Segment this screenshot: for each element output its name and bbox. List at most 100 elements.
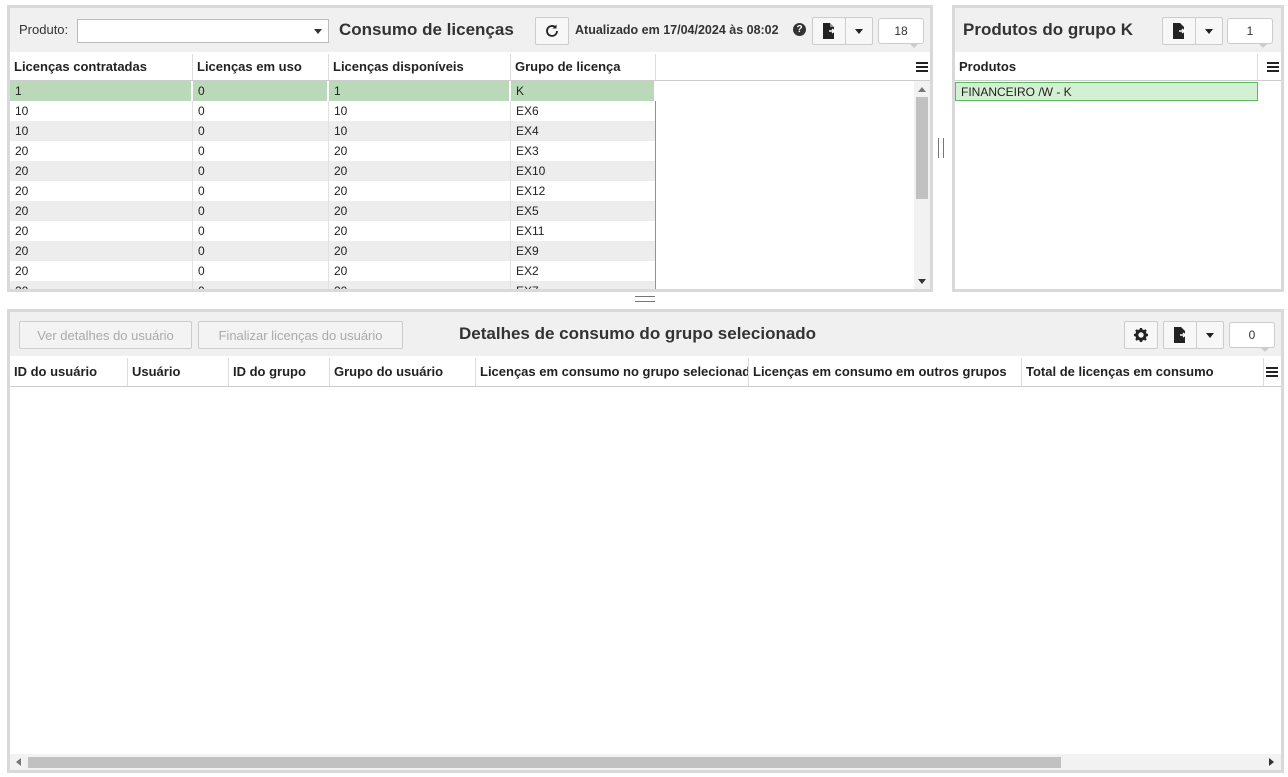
table-cell: 20 <box>10 141 193 161</box>
table-cell: 0 <box>193 121 329 141</box>
table-cell: 20 <box>10 241 193 261</box>
table-row[interactable]: 20020EX7 <box>10 281 656 289</box>
table-row[interactable]: 10 0 10 EX6 <box>10 101 656 121</box>
table-cell: 0 <box>193 181 329 201</box>
products-panel-title: Produtos do grupo K <box>963 20 1133 39</box>
table-cell: 20 <box>10 161 193 181</box>
table-row[interactable]: 101K <box>10 81 656 101</box>
refresh-button[interactable] <box>535 17 569 45</box>
table-cell: EX2 <box>511 261 656 281</box>
group-products-panel: Produtos do grupo K 1 Produtos FINANCEIR… <box>952 5 1284 292</box>
table-row[interactable]: 20 0 20 EX10 <box>10 161 656 181</box>
products-count-badge: 1 <box>1227 18 1273 48</box>
details-count-badge: 0 <box>1229 322 1275 352</box>
col-id-do-grupo[interactable]: ID do grupo <box>229 358 330 386</box>
column-menu-icon[interactable] <box>1267 62 1279 72</box>
table-cell: EX9 <box>511 241 656 261</box>
license-grid-scrollbar[interactable] <box>914 81 930 289</box>
col-licencas-disponiveis[interactable]: Licenças disponíveis <box>329 54 511 80</box>
settings-button[interactable] <box>1124 321 1158 349</box>
col-licencas-contratadas[interactable]: Licenças contratadas <box>10 54 193 80</box>
horizontal-splitter[interactable] <box>635 295 655 303</box>
col-grupo-do-usuario[interactable]: Grupo do usuário <box>330 358 476 386</box>
col-licencas-grupo-selecionado[interactable]: Licenças em consumo no grupo selecionado <box>476 358 749 386</box>
table-cell: 10 <box>10 101 193 121</box>
table-row[interactable]: 20 0 20 EX5 <box>10 201 656 221</box>
scroll-down-icon[interactable] <box>918 279 926 284</box>
updated-text: Atualizado em 17/04/2024 às 08:02 <box>575 23 779 37</box>
license-count-badge: 18 <box>878 18 924 48</box>
license-count: 18 <box>894 24 908 38</box>
license-toolbar: Produto: Consumo de licenças Atualizado … <box>10 8 930 52</box>
table-cell: 20 <box>329 181 511 201</box>
product-label: Produto: <box>19 22 69 37</box>
products-export-button[interactable] <box>1162 17 1196 45</box>
table-row[interactable]: 20 0 20 EX3 <box>10 141 656 161</box>
table-cell: 20 <box>329 261 511 281</box>
license-scroll-thumb[interactable] <box>916 97 928 199</box>
table-cell: 20 <box>10 261 193 281</box>
details-export-dropdown-button[interactable] <box>1196 321 1224 349</box>
table-row[interactable]: 20 0 20 EX11 <box>10 221 656 241</box>
table-row[interactable]: 10 0 10 EX4 <box>10 121 656 141</box>
product-select[interactable] <box>77 19 329 43</box>
table-cell: EX4 <box>511 121 656 141</box>
details-scroll-thumb[interactable] <box>28 757 1061 768</box>
table-cell: 0 <box>193 261 329 281</box>
license-grid: Licenças contratadas Licenças em uso Lic… <box>10 54 930 289</box>
col-usuario[interactable]: Usuário <box>128 358 229 386</box>
column-menu-icon[interactable] <box>1266 367 1278 377</box>
table-cell: EX3 <box>511 141 656 161</box>
license-panel-title: Consumo de licenças <box>339 20 514 39</box>
table-cell: 20 <box>329 241 511 261</box>
refresh-icon <box>546 24 558 37</box>
table-cell: 1 <box>329 81 511 101</box>
table-cell: EX10 <box>511 161 656 181</box>
products-grid-header: Produtos <box>955 54 1281 81</box>
scroll-left-icon[interactable] <box>16 758 21 766</box>
table-cell: 0 <box>193 241 329 261</box>
table-row[interactable]: 20 0 20 EX12 <box>10 181 656 201</box>
details-toolbar: Ver detalhes do usuário Finalizar licenç… <box>10 312 1281 356</box>
export-dropdown-button[interactable] <box>845 17 873 45</box>
details-horizontal-scrollbar[interactable] <box>10 754 1281 770</box>
col-grupo-de-licenca[interactable]: Grupo de licença <box>511 54 656 80</box>
export-file-icon <box>1174 327 1187 343</box>
help-icon[interactable]: ? <box>793 23 806 36</box>
table-row[interactable]: 20 0 20 EX2 <box>10 261 656 281</box>
col-total-licencas[interactable]: Total de licenças em consumo <box>1022 358 1264 386</box>
finish-user-licenses-button[interactable]: Finalizar licenças do usuário <box>198 321 403 349</box>
col-licencas-em-uso[interactable]: Licenças em uso <box>193 54 329 80</box>
table-cell: 10 <box>10 121 193 141</box>
table-cell: EX5 <box>511 201 656 221</box>
col-produtos[interactable]: Produtos <box>955 54 1258 80</box>
scroll-up-icon[interactable] <box>918 87 926 92</box>
table-cell: 20 <box>329 201 511 221</box>
consumption-details-panel: Ver detalhes do usuário Finalizar licenç… <box>7 309 1284 773</box>
details-grid: ID do usuário Usuário ID do grupo Grupo … <box>10 358 1281 770</box>
table-cell: 0 <box>193 281 329 289</box>
table-cell: EX7 <box>511 281 656 289</box>
details-export-button[interactable] <box>1163 321 1197 349</box>
export-button[interactable] <box>812 17 846 45</box>
table-cell: 0 <box>193 221 329 241</box>
table-cell: EX12 <box>511 181 656 201</box>
vertical-splitter[interactable] <box>937 138 947 158</box>
table-cell: 0 <box>193 201 329 221</box>
products-export-dropdown-button[interactable] <box>1195 17 1223 45</box>
product-row[interactable]: FINANCEIRO /W - K <box>955 82 1258 101</box>
view-user-details-button[interactable]: Ver detalhes do usuário <box>19 321 192 349</box>
table-cell: EX6 <box>511 101 656 121</box>
col-id-do-usuario[interactable]: ID do usuário <box>10 358 128 386</box>
details-grid-header: ID do usuário Usuário ID do grupo Grupo … <box>10 358 1281 387</box>
col-licencas-outros-grupos[interactable]: Licenças em consumo em outros grupos <box>749 358 1022 386</box>
table-cell: 0 <box>193 101 329 121</box>
table-row[interactable]: 20 0 20 EX9 <box>10 241 656 261</box>
column-menu-icon[interactable] <box>916 62 928 72</box>
table-cell: 10 <box>329 121 511 141</box>
scroll-right-icon[interactable] <box>1269 758 1274 766</box>
table-cell: 20 <box>329 161 511 181</box>
products-toolbar: Produtos do grupo K 1 <box>955 8 1281 52</box>
export-file-icon <box>1173 23 1186 39</box>
caret-down-icon <box>1206 332 1214 338</box>
